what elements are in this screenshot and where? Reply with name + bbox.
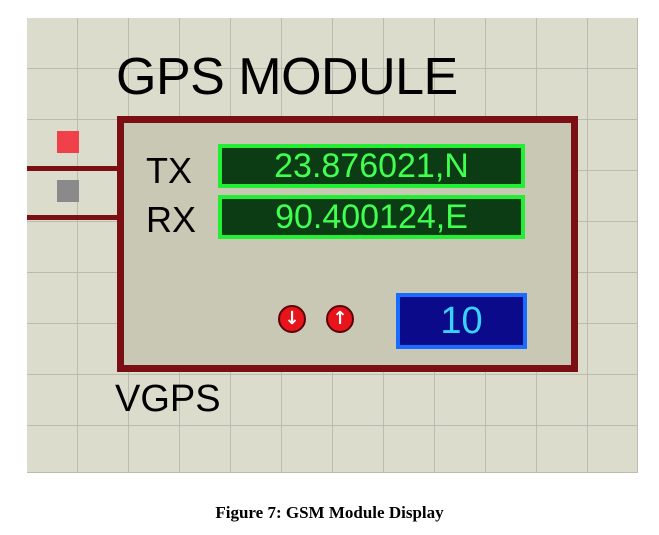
- tx-wire: [27, 166, 119, 171]
- arrow-down-icon[interactable]: ↓: [278, 305, 306, 333]
- tx-pin-label: TX: [146, 150, 193, 191]
- counter-display: 10: [396, 293, 527, 349]
- figure-caption: Figure 7: GSM Module Display: [215, 503, 444, 522]
- rx-pin-label: RX: [146, 199, 197, 240]
- latitude-display: 23.876021,N: [218, 144, 525, 188]
- arrow-up-icon[interactable]: ↑: [326, 305, 354, 333]
- rx-wire: [27, 215, 119, 220]
- tx-pin-indicator[interactable]: [57, 131, 79, 153]
- component-title: GPS MODULE: [116, 48, 458, 106]
- component-reference: VGPS: [115, 378, 221, 420]
- rx-pin-indicator[interactable]: [57, 180, 79, 202]
- longitude-display: 90.400124,E: [218, 195, 525, 239]
